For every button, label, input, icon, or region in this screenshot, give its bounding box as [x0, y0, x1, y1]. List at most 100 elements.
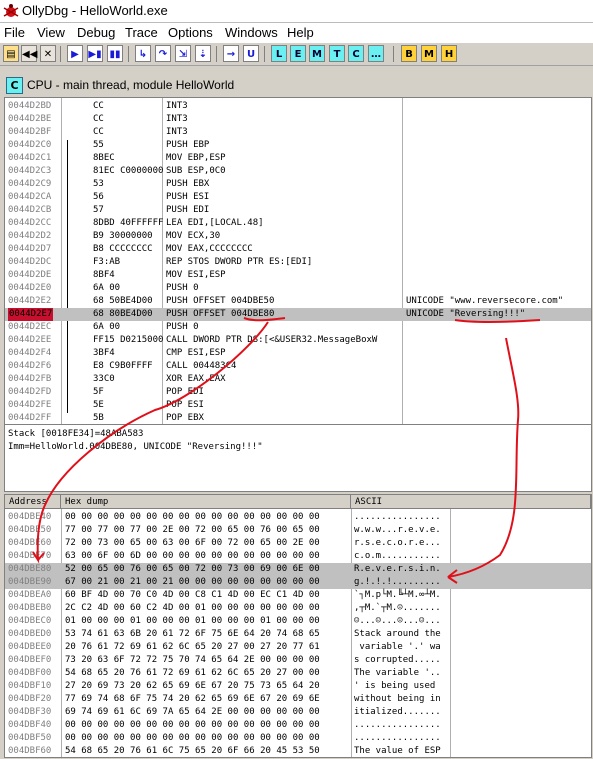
hardware-breakpoints-button[interactable]: H [441, 45, 457, 62]
dump-row[interactable]: 004DBF20 77 69 74 68 6F 75 74 20 62 65 69… [5, 693, 591, 706]
disasm-row[interactable]: 0044D2CA 56 PUSH ESI [5, 191, 591, 204]
dump-row[interactable]: 004DBE60 72 00 73 00 65 00 63 00 6F 00 72… [5, 537, 591, 550]
animate-into-icon[interactable]: ⇲ [175, 45, 191, 62]
menu-view[interactable]: View [37, 25, 65, 40]
disasm-row[interactable]: 0044D2FE 5E POP ESI [5, 399, 591, 412]
more-windows-button[interactable]: … [368, 45, 384, 62]
menu-trace[interactable]: Trace [125, 25, 158, 40]
disasm-row[interactable]: 0044D2CC 8DBD 40FFFFFF LEA EDI,[LOCAL.48] [5, 217, 591, 230]
pause-icon[interactable]: ▮▮ [107, 45, 123, 62]
disasm-row[interactable]: 0044D2E0 6A 00 PUSH 0 [5, 282, 591, 295]
dump-row[interactable]: 004DBF10 27 20 69 73 20 62 65 69 6E 67 20… [5, 680, 591, 693]
disasm-address: 0044D2EE [8, 335, 52, 345]
disasm-instruction: PUSH ESI [166, 192, 210, 202]
go-to-icon[interactable]: U [243, 45, 259, 62]
close-icon[interactable]: ✕ [40, 45, 56, 62]
disasm-hex: 5E [93, 400, 104, 410]
animate-over-icon[interactable]: ⇣ [195, 45, 211, 62]
threads-window-button[interactable]: T [329, 45, 345, 62]
dump-row[interactable]: 004DBE70 63 00 6F 00 6D 00 00 00 00 00 00… [5, 550, 591, 563]
disasm-hex: 33C0 [93, 374, 115, 384]
dump-ascii: g.!.!.!......... [354, 577, 441, 587]
disasm-row[interactable]: 0044D2DE 8BF4 MOV ESI,ESP [5, 269, 591, 282]
dump-ascii-header[interactable]: ASCII [351, 495, 591, 509]
restart-icon[interactable]: ◀◀ [21, 45, 37, 62]
disasm-row[interactable]: 0044D2FB 33C0 XOR EAX,EAX [5, 373, 591, 386]
disasm-hex: B9 30000000 [93, 231, 153, 241]
step-over-icon[interactable]: ↷ [155, 45, 171, 62]
disasm-row[interactable]: 0044D2F4 3BF4 CMP ESI,ESP [5, 347, 591, 360]
cpu-window-button[interactable]: C [348, 45, 364, 62]
disasm-hex: E8 C9B0FFFF [93, 361, 153, 371]
menu-windows[interactable]: Windows [225, 25, 278, 40]
dump-row[interactable]: 004DBEE0 20 76 61 72 69 61 62 6C 65 20 27… [5, 641, 591, 654]
toolbar-separator [128, 46, 129, 62]
disasm-row[interactable]: 0044D2DC F3:AB REP STOS DWORD PTR ES:[EDI] [5, 256, 591, 269]
dump-row[interactable]: 004DBF00 54 68 65 20 76 61 72 69 61 62 6C… [5, 667, 591, 680]
disasm-row[interactable]: 0044D2FD 5F POP EDI [5, 386, 591, 399]
info-line-stack: Stack [0018FE34]=48ABA583 [8, 429, 144, 439]
dump-row[interactable]: 004DBEB0 2C C2 4D 00 60 C2 4D 00 01 00 00… [5, 602, 591, 615]
disasm-row[interactable]: 0044D2CB 57 PUSH EDI [5, 204, 591, 217]
menu-options[interactable]: Options [168, 25, 213, 40]
disasm-row[interactable]: 0044D2C1 8BEC MOV EBP,ESP [5, 152, 591, 165]
dump-address: 004DBE70 [8, 551, 52, 561]
hex-dump-pane[interactable]: Address Hex dump ASCII 004DBE40 00 00 00 … [4, 494, 592, 758]
disasm-row[interactable]: 0044D2C9 53 PUSH EBX [5, 178, 591, 191]
disasm-row[interactable]: 0044D2BD CC INT3 [5, 100, 591, 113]
run-icon[interactable]: ▶ [67, 45, 83, 62]
disasm-row[interactable]: 0044D2D7 B8 CCCCCCCC MOV EAX,CCCCCCCC [5, 243, 591, 256]
memory-breakpoints-button[interactable]: M [421, 45, 437, 62]
dump-row[interactable]: 004DBE40 00 00 00 00 00 00 00 00 00 00 00… [5, 511, 591, 524]
disasm-row[interactable]: 0044D2BE CC INT3 [5, 113, 591, 126]
dump-row[interactable]: 004DBEA0 60 BF 4D 00 70 C0 4D 00 C8 C1 4D… [5, 589, 591, 602]
dump-row[interactable]: 004DBEC0 01 00 00 00 01 00 00 00 01 00 00… [5, 615, 591, 628]
disasm-row[interactable]: 0044D2D2 B9 30000000 MOV ECX,30 [5, 230, 591, 243]
modules-window-button[interactable]: E [290, 45, 306, 62]
run-thread-icon[interactable]: ▶▮ [87, 45, 103, 62]
dump-row[interactable]: 004DBF60 54 68 65 20 76 61 6C 75 65 20 6F… [5, 745, 591, 757]
dump-row[interactable]: 004DBE90 67 00 21 00 21 00 21 00 00 00 00… [5, 576, 591, 589]
disasm-row[interactable]: 0044D2E7 68 80BE4D00 PUSH OFFSET 004DBE80 U… [5, 308, 591, 321]
disasm-row[interactable]: 0044D2BF CC INT3 [5, 126, 591, 139]
dump-row[interactable]: 004DBEF0 73 20 63 6F 72 72 75 70 74 65 64… [5, 654, 591, 667]
breakpoints-window-button[interactable]: B [401, 45, 417, 62]
menu-file[interactable]: File [4, 25, 25, 40]
menu-help[interactable]: Help [287, 25, 314, 40]
dump-hex-header[interactable]: Hex dump [61, 495, 351, 509]
dump-hex-bytes: 00 00 00 00 00 00 00 00 00 00 00 00 00 0… [65, 512, 320, 522]
disasm-instruction: INT3 [166, 114, 188, 124]
dump-address: 004DBED0 [8, 629, 52, 639]
dump-row[interactable]: 004DBF40 00 00 00 00 00 00 00 00 00 00 00… [5, 719, 591, 732]
disasm-instruction: INT3 [166, 127, 188, 137]
memory-window-button[interactable]: M [309, 45, 325, 62]
disasm-row[interactable]: 0044D2C0 55 PUSH EBP [5, 139, 591, 152]
execute-till-return-icon[interactable]: → [223, 45, 239, 62]
disasm-hex: F3:AB [93, 257, 121, 267]
disasm-row[interactable]: 0044D2E2 68 50BE4D00 PUSH OFFSET 004DBE50 U… [5, 295, 591, 308]
dump-row[interactable]: 004DBE80 52 00 65 00 76 00 65 00 72 00 73… [5, 563, 591, 576]
disasm-address: 0044D2C3 [8, 166, 52, 176]
dump-row[interactable]: 004DBF30 69 74 69 61 6C 69 7A 65 64 2E 00… [5, 706, 591, 719]
dump-row[interactable]: 004DBE50 77 00 77 00 77 00 2E 00 72 00 65… [5, 524, 591, 537]
disasm-hex: 3BF4 [93, 348, 115, 358]
dump-hex-bytes: 77 00 77 00 77 00 2E 00 72 00 65 00 76 0… [65, 525, 320, 535]
dump-hex-bytes: 00 00 00 00 00 00 00 00 00 00 00 00 00 0… [65, 733, 320, 743]
dump-ascii: itialized....... [354, 707, 441, 717]
dump-row[interactable]: 004DBF50 00 00 00 00 00 00 00 00 00 00 00… [5, 732, 591, 745]
disassembly-pane[interactable]: 0044D2BD CC INT3 0044D2BE CC INT3 0044D2BF CC IN… [4, 97, 592, 425]
disasm-instruction: MOV EBP,ESP [166, 153, 226, 163]
log-window-button[interactable]: L [271, 45, 287, 62]
disasm-address: 0044D2E0 [8, 283, 52, 293]
menu-debug[interactable]: Debug [77, 25, 115, 40]
disasm-instruction: PUSH OFFSET 004DBE50 [166, 296, 275, 306]
open-icon[interactable]: ▤ [3, 45, 19, 62]
disasm-row[interactable]: 0044D2EC 6A 00 PUSH 0 [5, 321, 591, 334]
disasm-row[interactable]: 0044D2EE FF15 D0215000 CALL DWORD PTR DS:[… [5, 334, 591, 347]
dump-address-header[interactable]: Address [5, 495, 61, 509]
dump-row[interactable]: 004DBED0 53 74 61 63 6B 20 61 72 6F 75 6E… [5, 628, 591, 641]
disasm-row[interactable]: 0044D2F6 E8 C9B0FFFF CALL 004483C4 [5, 360, 591, 373]
disasm-row[interactable]: 0044D2C3 81EC C0000000 SUB ESP,0C0 [5, 165, 591, 178]
dump-address: 004DBF60 [8, 746, 52, 756]
step-into-icon[interactable]: ↳ [135, 45, 151, 62]
